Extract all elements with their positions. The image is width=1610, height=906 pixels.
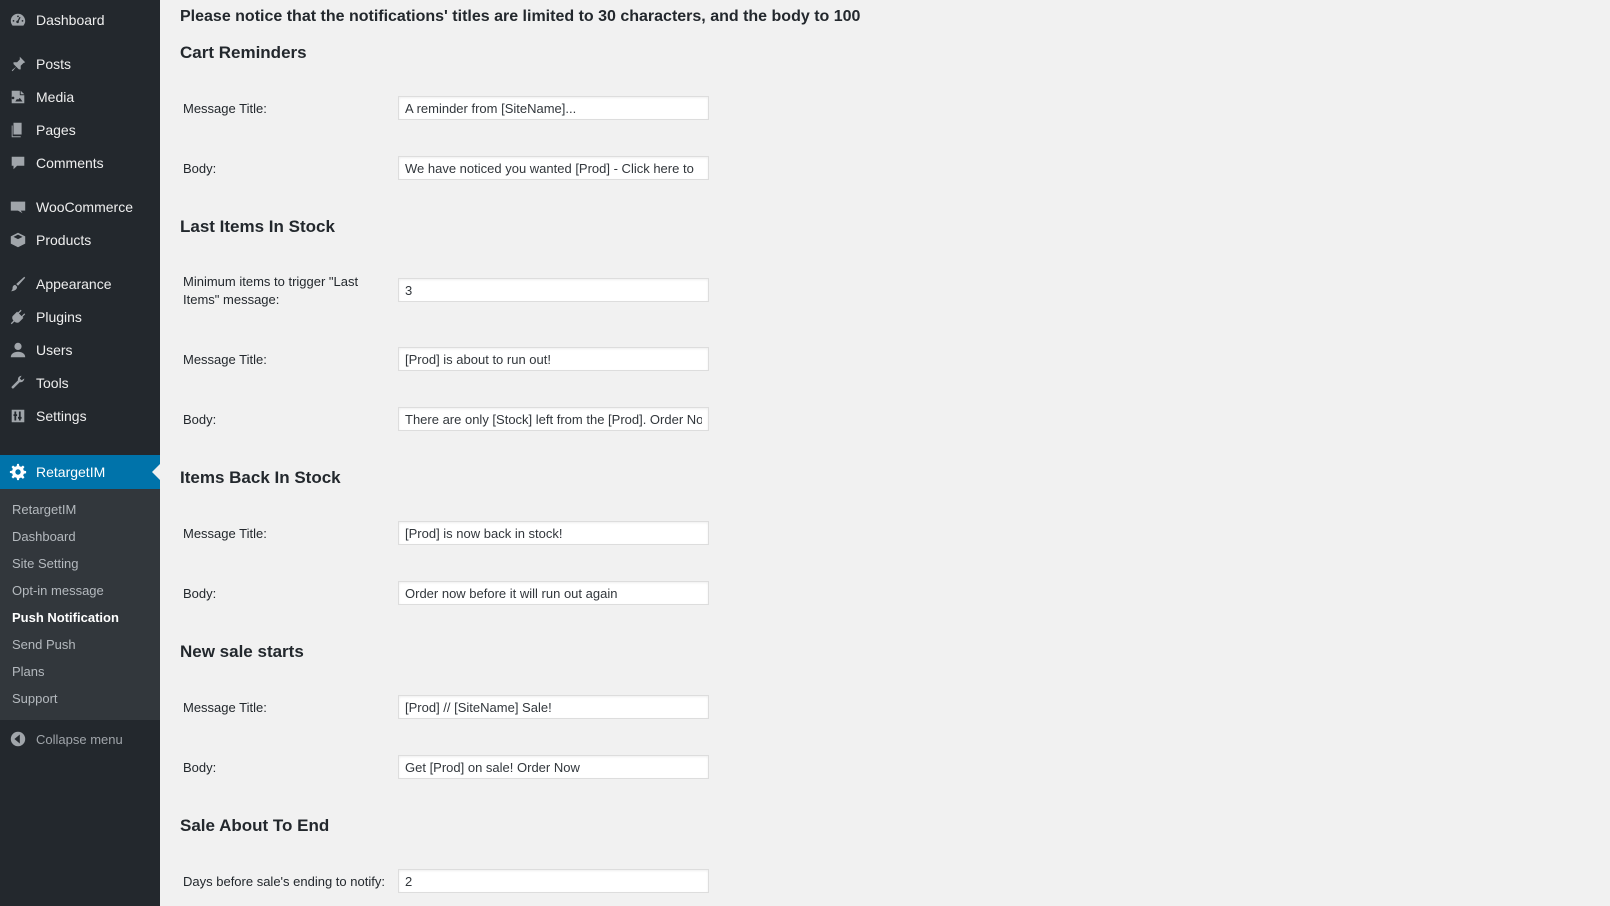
- user-icon: [8, 340, 28, 360]
- last-items-body-input[interactable]: [398, 407, 709, 431]
- section-title-sale-about-to-end: Sale About To End: [180, 816, 330, 835]
- sidebar-item-users[interactable]: Users: [0, 333, 160, 367]
- brush-icon: [8, 274, 28, 294]
- submenu-item-retargetim[interactable]: RetargetIM: [12, 502, 76, 517]
- last-items-minimum-label: Minimum items to trigger "Last Items" me…: [183, 274, 359, 307]
- admin-sidebar: Dashboard Posts Media Pages Comments Woo…: [0, 0, 160, 906]
- comment-icon: [8, 153, 28, 173]
- sidebar-item-comments[interactable]: Comments: [0, 146, 160, 180]
- back-in-stock-title-input[interactable]: [398, 521, 709, 545]
- woocommerce-icon: [8, 197, 28, 217]
- section-title-items-back-in-stock: Items Back In Stock: [180, 468, 341, 487]
- retargetim-submenu: RetargetIM Dashboard Site Setting Opt-in…: [0, 489, 160, 720]
- sidebar-item-products[interactable]: Products: [0, 223, 160, 257]
- last-items-title-label: Message Title:: [183, 352, 267, 367]
- media-icon: [8, 87, 28, 107]
- cart-reminders-title-label: Message Title:: [183, 101, 267, 116]
- last-items-title-input[interactable]: [398, 347, 709, 371]
- collapse-arrow-icon: [10, 731, 26, 747]
- wrench-icon: [8, 373, 28, 393]
- submenu-item-plans[interactable]: Plans: [12, 664, 45, 679]
- sidebar-item-settings[interactable]: Settings: [0, 399, 160, 433]
- section-title-last-items-in-stock: Last Items In Stock: [180, 217, 335, 236]
- sidebar-item-plugins[interactable]: Plugins: [0, 300, 160, 334]
- plug-icon: [8, 307, 28, 327]
- sidebar-item-label: Tools: [36, 375, 69, 391]
- sidebar-item-label: Pages: [36, 122, 76, 138]
- sidebar-item-label: Plugins: [36, 309, 82, 325]
- new-sale-body-input[interactable]: [398, 755, 709, 779]
- sidebar-item-label: Products: [36, 232, 92, 248]
- sidebar-item-media[interactable]: Media: [0, 80, 160, 114]
- submenu-item-support[interactable]: Support: [12, 691, 58, 706]
- new-sale-title-label: Message Title:: [183, 700, 267, 715]
- submenu-item-opt-in-message[interactable]: Opt-in message: [12, 583, 104, 598]
- sidebar-item-dashboard[interactable]: Dashboard: [0, 3, 160, 37]
- sidebar-item-retargetim[interactable]: RetargetIM: [0, 455, 160, 489]
- new-sale-body-label: Body:: [183, 760, 217, 775]
- collapse-menu-label: Collapse menu: [36, 731, 123, 747]
- last-items-minimum-input[interactable]: [398, 278, 709, 302]
- character-limit-notice: Please notice that the notifications' ti…: [180, 8, 861, 25]
- sidebar-item-pages[interactable]: Pages: [0, 113, 160, 147]
- back-in-stock-body-label: Body:: [183, 586, 217, 601]
- sidebar-item-label: Dashboard: [36, 12, 105, 28]
- sale-end-days-input[interactable]: [398, 869, 709, 893]
- sidebar-item-label: Appearance: [36, 276, 112, 292]
- pin-icon: [8, 54, 28, 74]
- pages-icon: [8, 120, 28, 140]
- gear-icon: [8, 462, 28, 482]
- submenu-item-dashboard[interactable]: Dashboard: [12, 529, 76, 544]
- box-icon: [8, 230, 28, 250]
- main-content: Please notice that the notifications' ti…: [160, 0, 1610, 906]
- submenu-item-site-setting[interactable]: Site Setting: [12, 556, 79, 571]
- current-menu-arrow: [152, 464, 160, 480]
- cart-reminders-body-label: Body:: [183, 161, 217, 176]
- back-in-stock-body-input[interactable]: [398, 581, 709, 605]
- sliders-icon: [8, 406, 28, 426]
- sidebar-item-appearance[interactable]: Appearance: [0, 267, 160, 301]
- sale-end-days-label: Days before sale's ending to notify:: [183, 874, 385, 889]
- sidebar-item-posts[interactable]: Posts: [0, 47, 160, 81]
- cart-reminders-title-input[interactable]: [398, 96, 709, 120]
- sidebar-item-label: Posts: [36, 56, 72, 72]
- section-title-new-sale-starts: New sale starts: [180, 642, 304, 661]
- sidebar-item-label: Settings: [36, 408, 87, 424]
- sidebar-item-label: WooCommerce: [36, 199, 133, 215]
- submenu-item-push-notification[interactable]: Push Notification: [12, 610, 119, 625]
- last-items-body-label: Body:: [183, 412, 217, 427]
- sidebar-item-label: Media: [36, 89, 75, 105]
- sidebar-item-label: RetargetIM: [36, 464, 106, 480]
- sidebar-item-woocommerce[interactable]: WooCommerce: [0, 190, 160, 224]
- dashboard-icon: [8, 10, 28, 30]
- collapse-menu-button[interactable]: Collapse menu: [0, 727, 160, 751]
- submenu-item-send-push[interactable]: Send Push: [12, 637, 76, 652]
- sidebar-item-label: Comments: [36, 155, 104, 171]
- sidebar-item-label: Users: [36, 342, 73, 358]
- section-title-cart-reminders: Cart Reminders: [180, 43, 307, 62]
- new-sale-title-input[interactable]: [398, 695, 709, 719]
- sidebar-item-tools[interactable]: Tools: [0, 366, 160, 400]
- back-in-stock-title-label: Message Title:: [183, 526, 267, 541]
- cart-reminders-body-input[interactable]: [398, 156, 709, 180]
